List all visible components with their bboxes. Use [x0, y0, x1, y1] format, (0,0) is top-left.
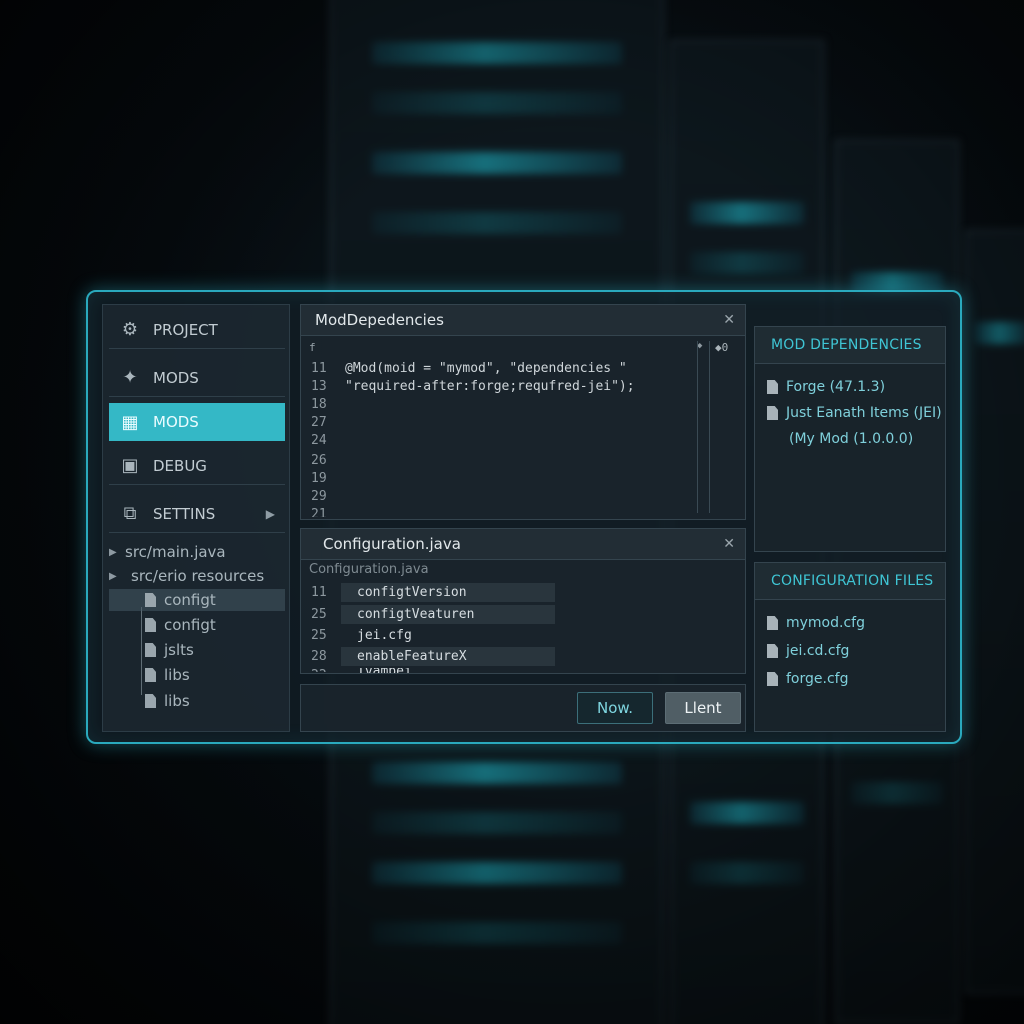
tree-item-label: configt	[164, 591, 216, 609]
scroll-guide	[709, 341, 710, 513]
editor-title: ModDepedencies	[315, 311, 444, 329]
file-icon	[767, 616, 778, 630]
mod-dependencies-panel: MOD DEPENDENCIES Forge (47.1.3) Just Ean…	[754, 326, 946, 552]
line-number: 19	[311, 471, 327, 486]
config-subtitle: Configuration.java	[309, 562, 429, 577]
config-file-item[interactable]: forge.cfg	[767, 671, 848, 687]
line-number: 28	[311, 649, 327, 664]
file-icon	[767, 644, 778, 658]
code-line[interactable]: "required-after:forge;requfred-jei");	[345, 379, 635, 394]
grid-icon: ▦	[121, 411, 139, 433]
line-number: 27	[311, 415, 327, 430]
line-number: 26	[311, 453, 327, 468]
file-icon	[145, 643, 156, 657]
sidebar-item-label: DEBUG	[153, 456, 207, 475]
tree-item-label: configt	[164, 616, 216, 634]
line-number: 25	[311, 607, 327, 622]
config-row[interactable]: Ivambei	[341, 668, 555, 673]
dependency-label: Just Eanath Items (JEI)	[786, 405, 942, 421]
line-number: 21	[311, 507, 327, 517]
now-button[interactable]: Now.	[577, 692, 653, 724]
sidebar-item-debug[interactable]: ▣ DEBUG	[109, 447, 285, 485]
file-icon	[145, 668, 156, 682]
sidebar: ⚙ PROJECT ✦ MODS ▦ MODS ▣ DEBUG ⧉ SETTIN…	[102, 304, 290, 732]
tree-file-jslts[interactable]: jslts	[109, 639, 285, 661]
config-row[interactable]: configtVeaturen	[341, 605, 555, 624]
config-tab-title[interactable]: Configuration.java ✕	[301, 529, 745, 560]
config-row[interactable]: configtVersion	[341, 583, 555, 602]
tree-item-label: libs	[164, 692, 190, 710]
line-number: 24	[311, 433, 327, 448]
settings-icon: ⧉	[123, 503, 137, 524]
light-button[interactable]: Llent	[665, 692, 741, 724]
sidebar-item-label: PROJECT	[153, 320, 218, 339]
line-number: 13	[311, 379, 327, 394]
sidebar-item-label: MODS	[153, 368, 199, 387]
config-file-label: forge.cfg	[786, 671, 849, 687]
line-number: 22	[311, 668, 339, 672]
file-icon	[767, 406, 778, 420]
configuration-files-title: CONFIGURATION FILES	[755, 563, 945, 600]
tree-item-label: jslts	[164, 641, 194, 659]
config-file-label: mymod.cfg	[786, 615, 865, 631]
tree-folder-src-main[interactable]: ▶ src/main.java	[109, 541, 285, 563]
mods-icon: ✦	[122, 367, 138, 388]
sidebar-item-project[interactable]: ⚙ PROJECT	[109, 311, 285, 349]
config-file-label: jei.cd.cfg	[786, 643, 850, 659]
dependency-label: (My Mod (1.0.0.0)	[789, 431, 914, 447]
chevron-right-icon: ▶	[265, 506, 275, 521]
tree-file-libs[interactable]: libs	[109, 690, 285, 712]
file-icon	[767, 672, 778, 686]
config-title: Configuration.java	[323, 535, 461, 553]
line-number: 11	[311, 361, 327, 376]
editor-panel: ModDepedencies ✕ f ◆ ◆0 11 13 18 27 24 2…	[300, 304, 746, 520]
expand-arrow-icon[interactable]: ▶	[109, 571, 125, 582]
configuration-files-panel: CONFIGURATION FILES mymod.cfg jei.cd.cfg…	[754, 562, 946, 732]
tree-item-label: src/erio resources	[131, 567, 265, 585]
line-number: 25	[311, 628, 327, 643]
close-icon[interactable]: ✕	[723, 536, 735, 552]
dependency-item[interactable]: Forge (47.1.3)	[767, 379, 885, 395]
close-icon[interactable]: ✕	[723, 312, 735, 328]
config-file-item[interactable]: jei.cd.cfg	[767, 643, 849, 659]
tree-file-libs[interactable]: libs	[109, 664, 285, 686]
config-file-item[interactable]: mymod.cfg	[767, 615, 865, 631]
file-icon	[767, 380, 778, 394]
sidebar-item-label: MODS	[153, 413, 199, 431]
tree-item-label: libs	[164, 666, 190, 684]
file-icon	[145, 593, 156, 607]
code-line[interactable]: @Mod(moid = "mymod", "dependencies "	[345, 361, 627, 376]
expand-arrow-icon[interactable]: ▶	[109, 547, 125, 558]
dependency-item[interactable]: (My Mod (1.0.0.0)	[789, 431, 913, 447]
tree-item-label: src/main.java	[125, 543, 226, 561]
file-icon	[145, 618, 156, 632]
file-icon	[145, 694, 156, 708]
action-bar: Now. Llent	[300, 684, 746, 732]
server-rack-bg	[965, 230, 1024, 994]
scene-background: ⚙ PROJECT ✦ MODS ▦ MODS ▣ DEBUG ⧉ SETTIN…	[0, 0, 1024, 1024]
tree-file-configt[interactable]: configt	[109, 614, 285, 636]
sidebar-item-settings[interactable]: ⧉ SETTINS ▶	[109, 495, 285, 533]
editor-header-status: ◆0	[715, 341, 729, 354]
tree-file-configt[interactable]: configt	[109, 589, 285, 611]
editor-tab-title[interactable]: ModDepedencies ✕	[301, 305, 745, 336]
line-number: 18	[311, 397, 327, 412]
sidebar-item-mods[interactable]: ✦ MODS	[109, 359, 285, 397]
editor-header-marker: f	[309, 341, 316, 354]
scroll-guide	[697, 341, 698, 513]
mod-dependencies-title: MOD DEPENDENCIES	[755, 327, 945, 364]
line-number: 29	[311, 489, 327, 504]
sidebar-item-label: SETTINS	[153, 504, 216, 523]
ide-window: ⚙ PROJECT ✦ MODS ▦ MODS ▣ DEBUG ⧉ SETTIN…	[86, 290, 962, 744]
gear-icon: ⚙	[121, 319, 139, 340]
sidebar-item-mods-active[interactable]: ▦ MODS	[109, 403, 285, 441]
dependency-item[interactable]: Just Eanath Items (JEI)	[767, 405, 942, 421]
dependency-label: Forge (47.1.3)	[786, 379, 886, 395]
tree-folder-resources[interactable]: ▶ src/erio resources	[109, 565, 285, 587]
config-panel: Configuration.java ✕ Configuration.java …	[300, 528, 746, 674]
debug-icon: ▣	[121, 455, 139, 476]
line-number: 11	[311, 585, 327, 600]
config-row[interactable]: enableFeatureX	[341, 647, 555, 666]
config-row[interactable]: jei.cfg	[341, 626, 555, 645]
